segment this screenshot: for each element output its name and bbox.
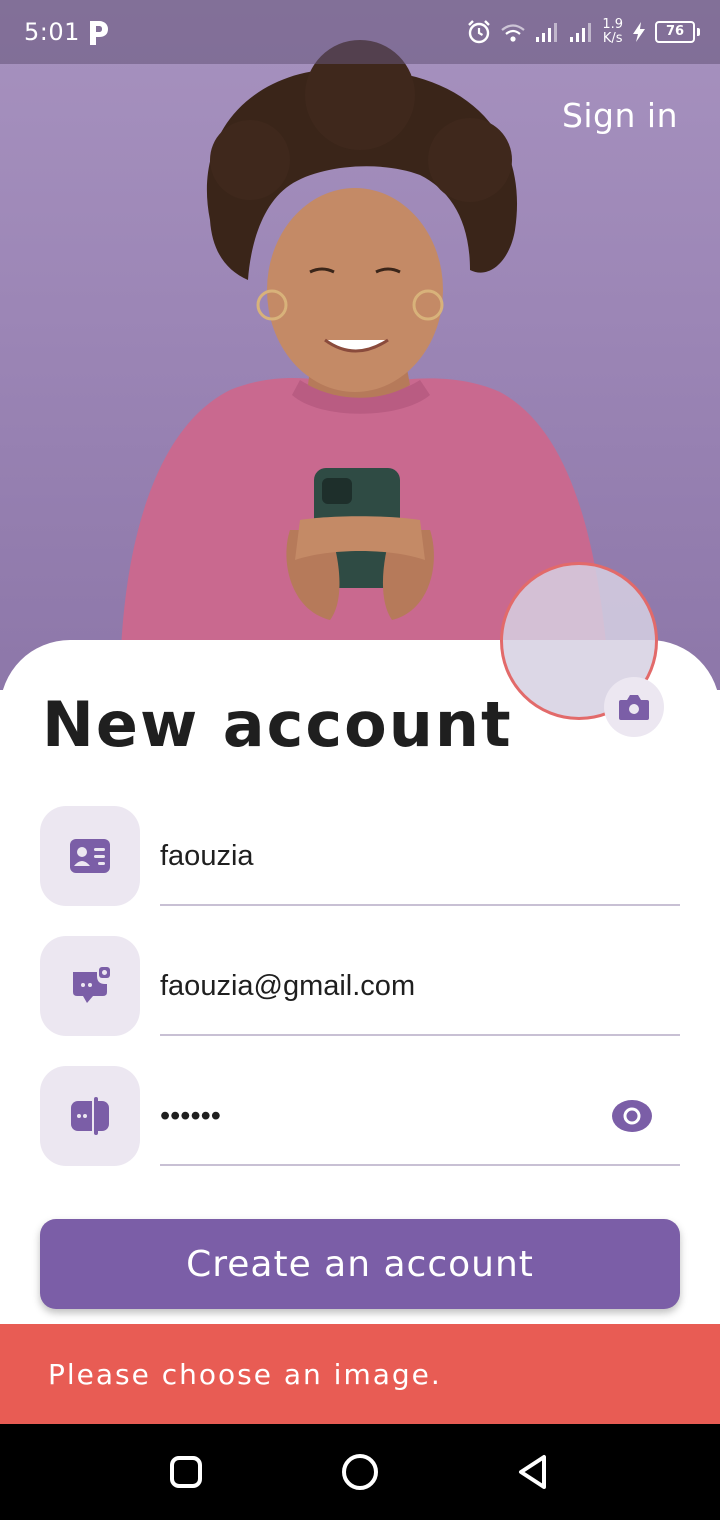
net-speed-value: 1.9	[602, 17, 623, 32]
status-bar: 5:01 1.9 K/s 76	[0, 0, 720, 64]
square-icon[interactable]	[166, 1452, 206, 1492]
status-time: 5:01	[24, 18, 80, 46]
name-icon-box	[40, 806, 140, 906]
net-speed-unit: K/s	[602, 31, 623, 46]
password-field-row	[40, 1066, 680, 1166]
screen: 5:01 1.9 K/s 76 Sign in New account faou…	[0, 0, 720, 1520]
email-icon-box	[40, 936, 140, 1036]
triangle-back-icon[interactable]	[514, 1452, 554, 1492]
alarm-icon	[468, 20, 491, 44]
camera-button[interactable]	[604, 677, 664, 737]
charging-bolt-icon	[633, 22, 645, 42]
email-field-row	[40, 936, 680, 1036]
name-field-row	[40, 806, 680, 906]
signal-icon-1	[536, 23, 558, 42]
lock-box-icon	[71, 1097, 109, 1135]
wifi-icon	[501, 24, 526, 42]
battery-tip	[697, 28, 700, 36]
email-field-wrap	[160, 936, 680, 1036]
password-field-wrap	[160, 1066, 680, 1166]
eye-icon[interactable]	[610, 1098, 654, 1134]
circle-icon[interactable]	[340, 1452, 380, 1492]
create-account-button[interactable]: Create an account	[40, 1219, 680, 1309]
camera-icon	[619, 695, 649, 720]
name-field-wrap	[160, 806, 680, 906]
name-input[interactable]	[160, 836, 600, 876]
net-speed: 1.9 K/s	[602, 18, 623, 46]
password-input[interactable]	[160, 1096, 600, 1136]
sign-in-link[interactable]: Sign in	[562, 96, 678, 135]
password-icon-box	[40, 1066, 140, 1166]
battery-indicator: 76	[655, 21, 700, 43]
error-snackbar: Please choose an image.	[0, 1324, 720, 1424]
page-title: New account	[42, 688, 513, 761]
contact-card-icon	[70, 839, 110, 873]
system-nav-bar	[0, 1424, 720, 1520]
signal-icon-2	[570, 23, 592, 42]
status-icons: 1.9 K/s 76	[466, 14, 700, 50]
email-input[interactable]	[160, 966, 600, 1006]
parking-p-icon	[90, 21, 108, 45]
battery-level: 76	[655, 21, 695, 43]
chat-bubble-icon	[73, 967, 110, 1003]
snackbar-message: Please choose an image.	[48, 1358, 442, 1391]
